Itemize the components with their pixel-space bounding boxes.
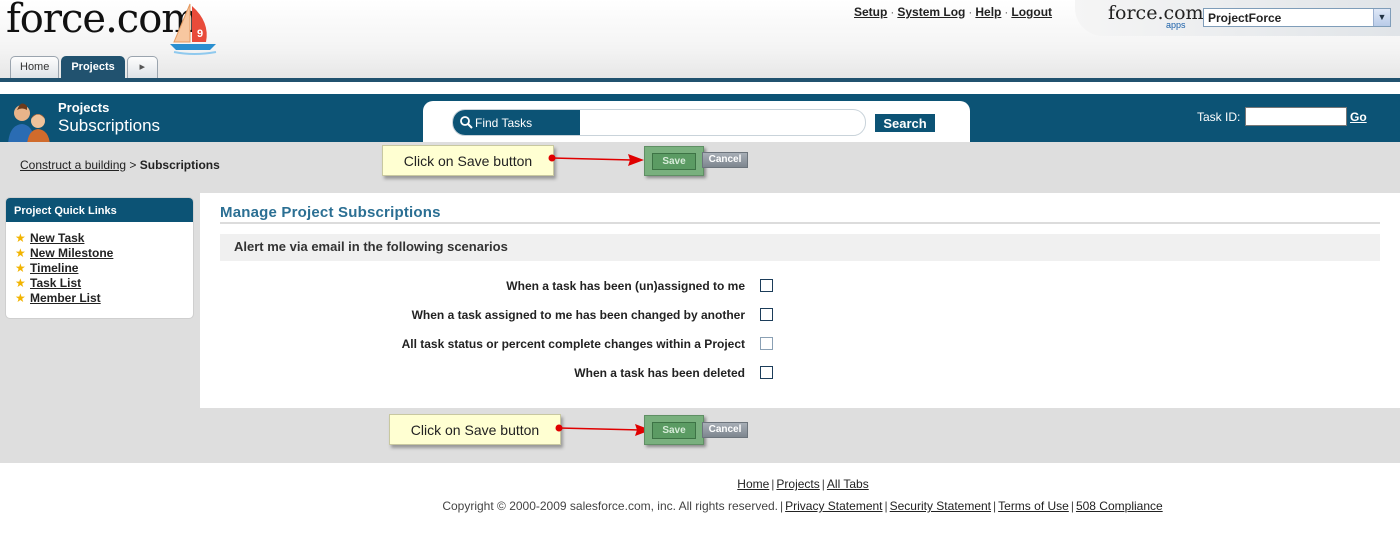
go-link[interactable]: Go: [1350, 110, 1367, 124]
more-tabs-arrow-icon[interactable]: ▸: [126, 56, 158, 78]
save-button-highlight-bottom: Save: [644, 415, 704, 445]
quick-links-panel: Project Quick Links ★ New Task ★ New Miles…: [5, 197, 194, 319]
section-title: Manage Project Subscriptions: [220, 204, 441, 221]
list-item: ★ Member List: [15, 290, 193, 305]
main-content: [200, 193, 1400, 408]
bottom-button-bar: [205, 408, 1400, 463]
svg-text:9: 9: [197, 28, 203, 40]
header-spacer: [0, 82, 1400, 94]
privacy-statement-link[interactable]: Privacy Statement: [785, 499, 882, 513]
quick-links-title: Project Quick Links: [6, 198, 193, 222]
page-type-label: Projects: [58, 100, 110, 115]
task-list-link[interactable]: Task List: [30, 276, 81, 290]
option-label-status-changes: All task status or percent complete chan…: [401, 337, 745, 351]
save-button[interactable]: Save: [652, 422, 696, 439]
tab-home[interactable]: Home: [10, 56, 60, 78]
sailboat-logo-icon: 9: [170, 3, 217, 55]
footer-all-tabs-link[interactable]: All Tabs: [827, 477, 869, 491]
find-tasks-label: Find Tasks: [453, 110, 580, 135]
terms-of-use-link[interactable]: Terms of Use: [998, 499, 1069, 513]
chevron-down-icon[interactable]: ▼: [1373, 9, 1390, 26]
search-button[interactable]: Search: [874, 113, 936, 133]
checkbox-unassigned[interactable]: [760, 279, 773, 292]
list-item: ★ New Milestone: [15, 245, 193, 260]
logout-link[interactable]: Logout: [1011, 5, 1052, 19]
list-item: ★ Task List: [15, 275, 193, 290]
copyright: Copyright © 2000-2009 salesforce.com, in…: [442, 499, 1163, 513]
apps-sublabel: apps: [1166, 20, 1186, 30]
security-statement-link[interactable]: Security Statement: [890, 499, 991, 513]
quick-links-list: ★ New Task ★ New Milestone ★ Timeline ★ Task…: [6, 222, 193, 305]
cancel-button[interactable]: Cancel: [702, 152, 748, 168]
new-milestone-link[interactable]: New Milestone: [30, 246, 113, 260]
compliance-508-link[interactable]: 508 Compliance: [1076, 499, 1163, 513]
setup-link[interactable]: Setup: [854, 5, 887, 19]
checkbox-changed[interactable]: [760, 308, 773, 321]
list-item: ★ New Task: [15, 230, 193, 245]
system-log-link[interactable]: System Log: [897, 5, 965, 19]
breadcrumb-separator: >: [129, 158, 137, 172]
app-selector[interactable]: ProjectForce ▼: [1203, 8, 1391, 27]
search-icon: [460, 116, 473, 129]
cancel-button[interactable]: Cancel: [702, 422, 748, 438]
save-button[interactable]: Save: [652, 153, 696, 170]
alert-heading: Alert me via email in the following scen…: [220, 234, 1380, 261]
breadcrumb-current: Subscriptions: [139, 158, 220, 172]
breadcrumb: Construct a building > Subscriptions: [20, 158, 220, 172]
app-selector-value: ProjectForce: [1208, 11, 1282, 25]
help-link[interactable]: Help: [975, 5, 1001, 19]
star-icon: ★: [15, 245, 26, 260]
save-button-highlight-top: Save: [644, 146, 704, 176]
star-icon: ★: [15, 290, 26, 305]
tab-bar: Home Projects ▸: [10, 56, 160, 78]
breadcrumb-parent-link[interactable]: Construct a building: [20, 158, 126, 172]
copyright-text: Copyright © 2000-2009 salesforce.com, in…: [442, 499, 778, 513]
annotation-callout-bottom: Click on Save button: [389, 414, 561, 445]
task-id-label: Task ID:: [1197, 110, 1241, 124]
option-label-deleted: When a task has been deleted: [574, 366, 745, 380]
page-title: Subscriptions: [58, 116, 161, 135]
list-item: ★ Timeline: [15, 260, 193, 275]
footer-projects-link[interactable]: Projects: [776, 477, 819, 491]
force-apps-logo: force.com: [1108, 2, 1204, 24]
search-input[interactable]: [581, 111, 861, 135]
annotation-callout-top: Click on Save button: [382, 145, 554, 176]
top-links: Setup · System Log · Help · Logout: [854, 5, 1053, 19]
bottom-bar-left: [0, 408, 205, 463]
option-label-unassigned: When a task has been (un)assigned to me: [506, 279, 745, 293]
timeline-link[interactable]: Timeline: [30, 261, 78, 275]
checkbox-deleted[interactable]: [760, 366, 773, 379]
section-divider: [220, 222, 1380, 224]
annotation-arrow-top: [548, 154, 644, 166]
star-icon: ★: [15, 275, 26, 290]
footer-home-link[interactable]: Home: [737, 477, 769, 491]
checkbox-status-changes[interactable]: [760, 337, 773, 350]
find-tasks-box: Find Tasks: [452, 109, 866, 136]
star-icon: ★: [15, 230, 26, 245]
star-icon: ★: [15, 260, 26, 275]
annotation-arrow-bottom: [555, 424, 651, 436]
member-list-link[interactable]: Member List: [30, 291, 101, 305]
find-tasks-text: Find Tasks: [475, 116, 533, 130]
tab-projects[interactable]: Projects: [61, 56, 125, 78]
people-icon: [8, 103, 50, 145]
task-id-input[interactable]: [1245, 107, 1347, 126]
new-task-link[interactable]: New Task: [30, 231, 84, 245]
footer-links: Home | Projects | All Tabs: [737, 477, 869, 491]
option-label-changed: When a task assigned to me has been chan…: [411, 308, 745, 322]
